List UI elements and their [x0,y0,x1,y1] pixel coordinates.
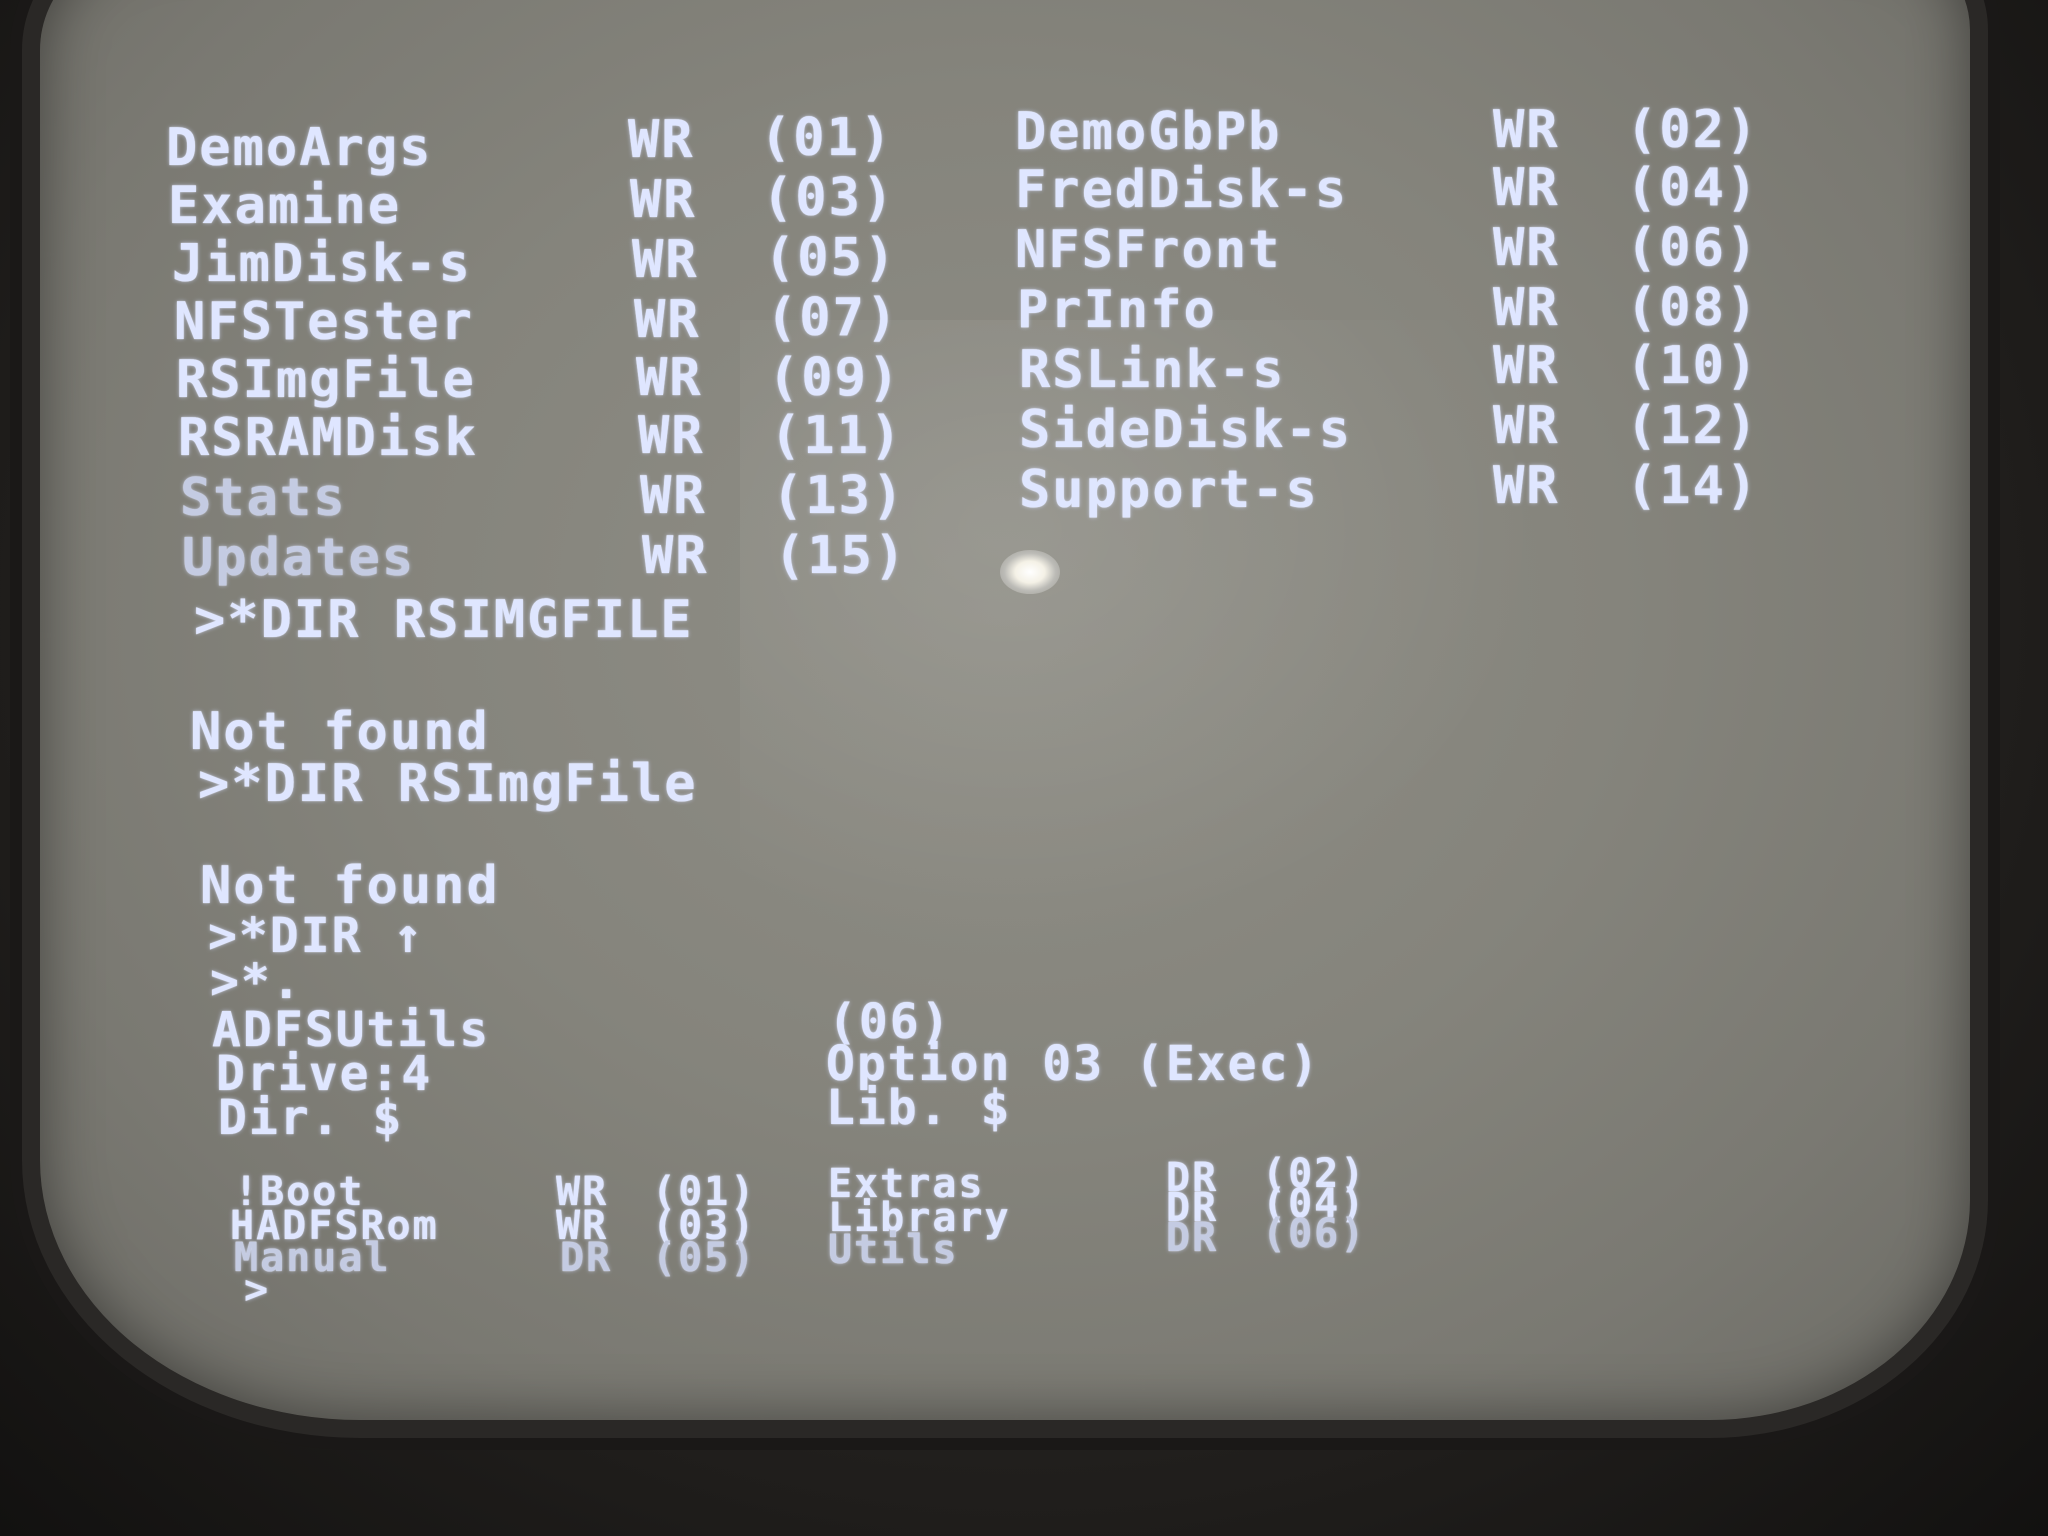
listing-access: WR [638,406,705,466]
catalog-name: Utils [828,1227,959,1273]
listing-seq: (06) [1626,218,1760,278]
listing-name: Examine [168,176,402,236]
catalog-seq: (06) [1262,1211,1367,1257]
listing-name: FredDisk-s [1015,160,1349,220]
listing-name: DemoGbPb [1015,102,1282,162]
catalog-seq: (05) [652,1235,757,1281]
listing-name: RSRAMDisk [178,408,478,468]
current-dir: Dir. $ [218,1090,404,1146]
listing-name: RSImgFile [176,350,476,410]
listing-name: Updates [182,528,416,588]
listing-access: WR [642,526,709,586]
command-line: >*DIR RSIMGFILE [194,590,694,650]
listing-name: NFSTester [174,292,474,352]
listing-seq: (01) [760,108,894,168]
light-glare [1000,550,1060,594]
listing-seq: (05) [764,228,898,288]
listing-seq: (11) [770,406,904,466]
catalog-access: DR [560,1235,613,1281]
listing-seq: (10) [1626,336,1760,396]
command-line: >*DIR RSImgFile [198,754,698,814]
error-message: Not found [190,702,490,762]
listing-seq: (02) [1626,100,1760,160]
listing-seq: (07) [766,288,900,348]
listing-name: SideDisk-s [1019,400,1353,460]
listing-access: WR [1493,100,1560,160]
listing-access: WR [1493,218,1560,278]
listing-access: WR [630,170,697,230]
listing-seq: (03) [762,168,896,228]
listing-access: WR [634,290,701,350]
listing-seq: (12) [1626,396,1760,456]
listing-name: DemoArgs [166,118,433,178]
listing-access: WR [1493,278,1560,338]
listing-name: RSLink-s [1019,340,1286,400]
listing-seq: (15) [774,526,908,586]
listing-name: JimDisk-s [172,234,472,294]
listing-access: WR [1493,336,1560,396]
listing-access: WR [628,110,695,170]
listing-access: WR [1493,396,1560,456]
command-prompt[interactable]: > [244,1270,270,1310]
listing-seq: (09) [768,348,902,408]
listing-access: WR [1493,456,1560,516]
library-dir: Lib. $ [826,1080,1012,1136]
catalog-access: DR [1166,1215,1219,1261]
listing-name: PrInfo [1017,280,1217,340]
listing-seq: (08) [1626,278,1760,338]
listing-seq: (13) [772,466,906,526]
listing-name: NFSFront [1015,220,1282,280]
listing-seq: (04) [1626,158,1760,218]
listing-access: WR [1493,158,1560,218]
listing-access: WR [632,230,699,290]
error-message: Not found [200,856,500,916]
listing-name: Support-s [1019,460,1319,520]
listing-access: WR [636,348,703,408]
crt-screen: DemoArgs WR (01) DemoGbPb WR (02) Examin… [40,0,1970,1420]
listing-seq: (14) [1626,456,1760,516]
listing-name: Stats [180,468,347,528]
listing-access: WR [640,466,707,526]
